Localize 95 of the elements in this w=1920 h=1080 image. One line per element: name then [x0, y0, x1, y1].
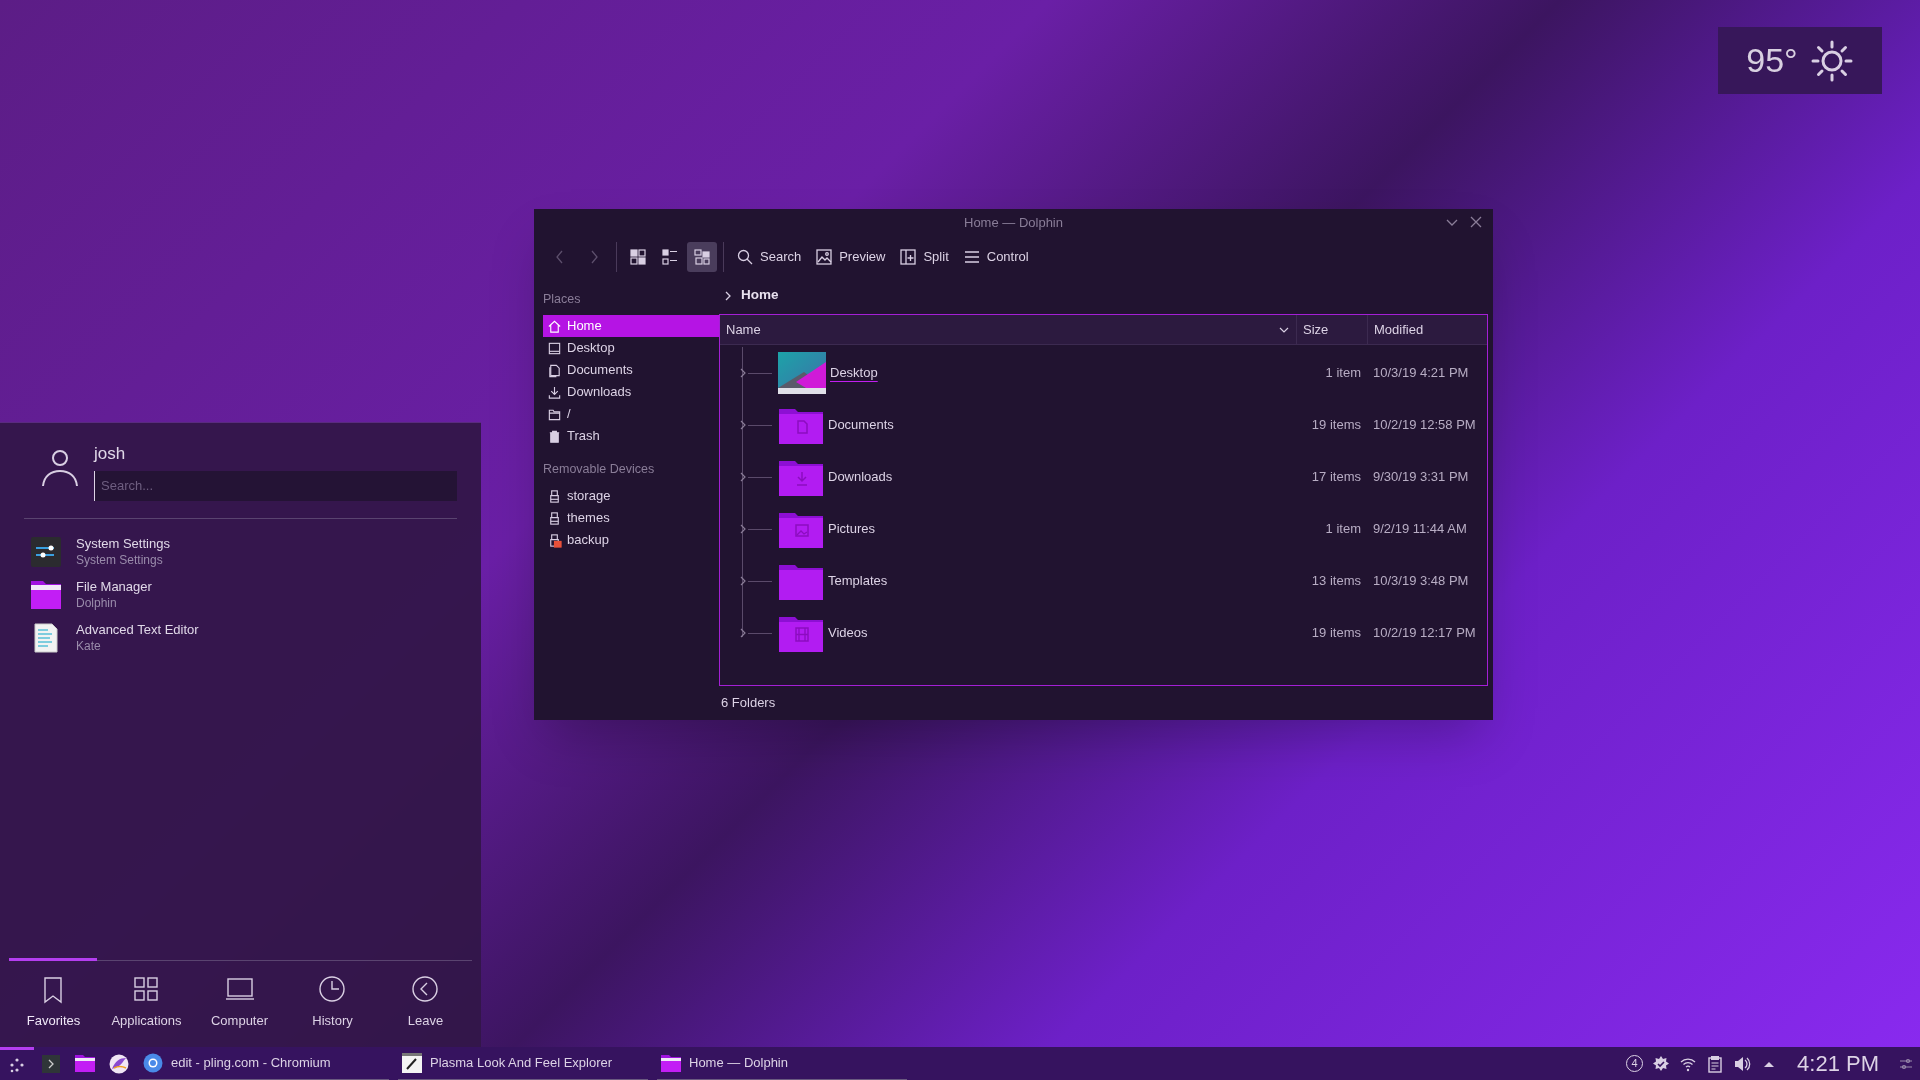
table-cell-text: 10/3/19 3:48 PM — [1372, 572, 1470, 591]
column-header[interactable]: Size — [1296, 315, 1367, 344]
table-cell-text: 10/3/19 4:21 PM — [1372, 364, 1470, 383]
split-button[interactable]: Split — [893, 242, 955, 272]
file-name[interactable]: Videos — [828, 623, 868, 643]
table-cell-text: 9/2/19 11:44 AM — [1372, 520, 1468, 539]
table-cell-text: 19 items — [1310, 416, 1362, 435]
launcher-tab[interactable]: Applications — [100, 974, 193, 1030]
places-item[interactable]: Documents — [543, 359, 719, 381]
expand-icon[interactable] — [738, 575, 748, 587]
home-icon — [547, 318, 562, 334]
gear-icon[interactable] — [1652, 1054, 1671, 1073]
chevron-icon — [723, 289, 733, 302]
drive-icon — [547, 488, 562, 504]
app-item[interactable]: System Settings System Settings — [31, 530, 481, 574]
status-text: 6 Folders — [721, 693, 776, 712]
table-cell-text: 9/30/19 3:31 PM — [1372, 468, 1470, 487]
search-button[interactable]: Search — [730, 242, 808, 272]
monitor-icon — [547, 340, 562, 356]
details-view-button[interactable] — [687, 242, 717, 272]
places-item[interactable]: Home — [543, 315, 719, 337]
expand-icon[interactable] — [738, 523, 748, 535]
taskbar-task[interactable]: edit - pling.com - Chromium — [139, 1047, 389, 1080]
document-icon — [34, 623, 58, 653]
bird-icon[interactable] — [109, 1053, 129, 1074]
user-name: josh — [94, 443, 127, 465]
file-name[interactable]: Documents — [828, 415, 894, 435]
expand-icon[interactable] — [738, 419, 748, 431]
pen-icon — [402, 1053, 422, 1073]
breadcrumb-item[interactable]: Home — [741, 285, 779, 306]
launcher-tab[interactable]: History — [286, 974, 379, 1030]
places-heading: Places — [543, 291, 582, 308]
download-icon — [547, 384, 562, 400]
split-icon[interactable] — [899, 248, 918, 266]
user-icon — [42, 449, 78, 487]
file-name[interactable]: Pictures — [828, 519, 875, 539]
preview-button[interactable]: Preview — [809, 242, 892, 272]
places-item[interactable]: / — [543, 403, 719, 425]
window-title: Home — Dolphin — [964, 214, 1063, 233]
expand-icon[interactable] — [738, 367, 748, 379]
control-button[interactable]: Control — [956, 242, 1035, 272]
taskbar-task[interactable]: Plasma Look And Feel Explorer — [398, 1047, 648, 1080]
sun-icon — [1809, 38, 1854, 83]
places-item[interactable]: backup — [543, 529, 719, 551]
table-cell-text: 10/2/19 12:17 PM — [1372, 624, 1477, 643]
launcher-tab[interactable]: Computer — [193, 974, 286, 1030]
temperature-text: 95° — [1746, 40, 1798, 81]
places-item[interactable]: storage — [543, 485, 719, 507]
clipboard-icon[interactable] — [1706, 1054, 1725, 1073]
places-item[interactable]: Trash — [543, 425, 719, 447]
clock-icon — [317, 974, 348, 1005]
folder-icon — [31, 581, 61, 609]
thumbnail-image — [778, 352, 826, 394]
table-cell-text: 17 items — [1310, 468, 1362, 487]
places-item[interactable]: Desktop — [543, 337, 719, 359]
file-name[interactable]: Downloads — [828, 467, 893, 487]
terminal-icon[interactable] — [42, 1054, 60, 1073]
drive-icon — [547, 532, 562, 548]
browser-icon — [143, 1053, 163, 1073]
folder-icon[interactable] — [75, 1055, 95, 1072]
search-icon[interactable] — [736, 248, 754, 266]
compact-view-icon[interactable] — [661, 248, 679, 266]
app-item[interactable]: Advanced Text Editor Kate — [31, 616, 481, 660]
trash-icon — [547, 428, 562, 444]
table-cell-text: 13 items — [1310, 572, 1362, 591]
image-icon[interactable] — [815, 248, 834, 266]
places-item[interactable]: themes — [543, 507, 719, 529]
document-icon — [547, 362, 562, 378]
close-icon[interactable] — [1469, 215, 1483, 229]
file-name[interactable]: Desktop — [830, 363, 878, 383]
places-heading: Removable Devices — [543, 461, 656, 478]
search-field[interactable]: Search... — [94, 470, 457, 501]
folder-icon — [661, 1054, 681, 1072]
table-cell-text: 1 item — [1324, 364, 1362, 383]
column-header[interactable]: Modified — [1367, 315, 1487, 344]
volume-icon[interactable] — [1733, 1054, 1752, 1073]
taskbar-task[interactable]: Home — Dolphin — [657, 1047, 907, 1080]
table-cell-text: 19 items — [1310, 624, 1362, 643]
details-view-icon[interactable] — [693, 248, 711, 266]
table-cell-text: 10/2/19 12:58 PM — [1372, 416, 1477, 435]
column-header[interactable]: Name — [720, 315, 1296, 344]
file-name[interactable]: Templates — [828, 571, 888, 591]
clock-text[interactable]: 4:21 PM — [1797, 1047, 1879, 1080]
table-cell-text: 1 item — [1324, 520, 1362, 539]
launcher-tab[interactable]: Leave — [379, 974, 472, 1030]
settings-app-icon — [31, 537, 61, 567]
app-item[interactable]: File Manager Dolphin — [31, 573, 481, 617]
icons-view-icon[interactable] — [629, 248, 647, 266]
expand-icon[interactable] — [738, 627, 748, 639]
launcher-tab[interactable]: Favorites — [7, 974, 100, 1030]
places-item[interactable]: Downloads — [543, 381, 719, 403]
menu-icon[interactable] — [962, 248, 981, 266]
launcher-menu-icon[interactable] — [8, 1056, 26, 1074]
expand-icon[interactable] — [738, 471, 748, 483]
drive-icon — [547, 510, 562, 526]
